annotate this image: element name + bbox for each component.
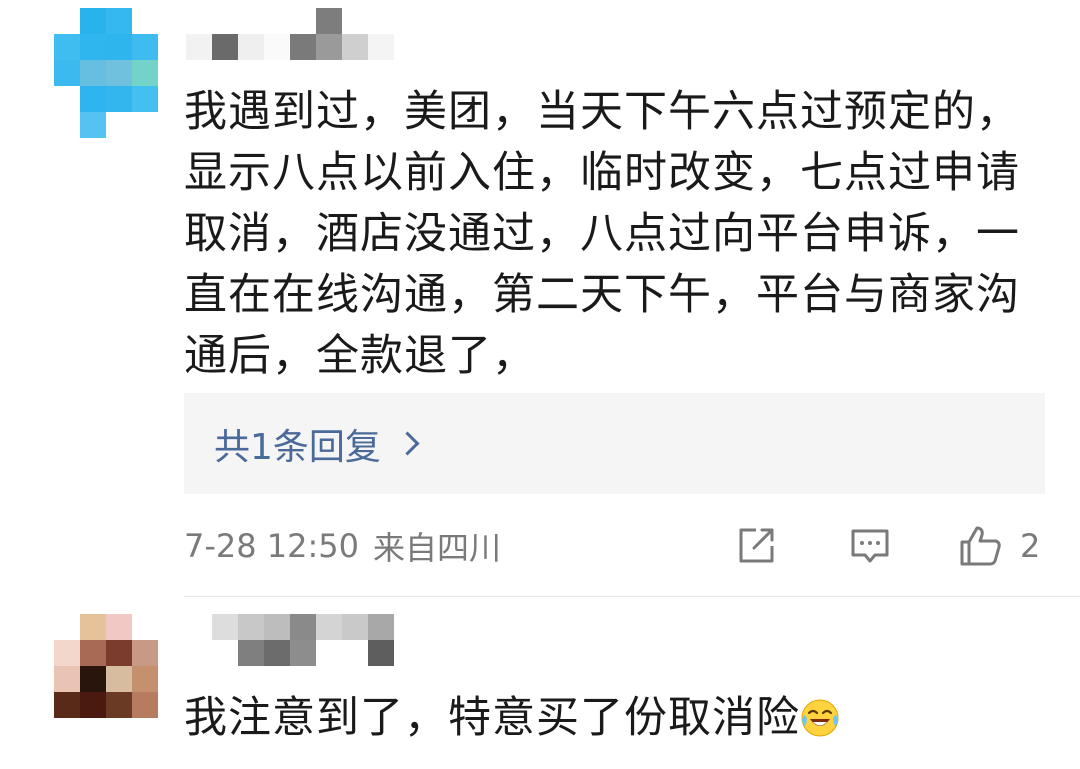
share-icon[interactable]	[734, 524, 778, 568]
comment-meta: 7-28 12:50 来自四川	[184, 522, 1054, 570]
like-count: 2	[1020, 527, 1041, 565]
comment-thread: 我遇到过，美团，当天下午六点过预定的，显示八点以前入住，临时改变，七点过申请取消…	[0, 0, 1080, 769]
username[interactable]	[186, 8, 396, 60]
avatar[interactable]	[54, 614, 158, 718]
comment-text-content: 我注意到了，特意买了份取消险	[184, 693, 800, 743]
divider	[184, 596, 1080, 597]
comment-text: 我遇到过，美团，当天下午六点过预定的，显示八点以前入住，临时改变，七点过申请取消…	[184, 87, 1020, 381]
thumbs-up-icon[interactable]	[958, 524, 1002, 568]
laughing-crying-emoji-icon	[801, 699, 839, 737]
reply-summary-button[interactable]: 共1条回复	[184, 393, 1045, 494]
avatar[interactable]	[54, 8, 158, 138]
username[interactable]	[212, 614, 422, 666]
comment-icon[interactable]	[848, 524, 892, 568]
comment-location: 来自四川	[373, 529, 502, 567]
reply-summary-label: 共1条回复	[214, 426, 381, 468]
comment-text: 我注意到了，特意买了份取消险	[184, 688, 1044, 749]
comment-timestamp: 7-28 12:50	[184, 527, 360, 565]
chevron-right-icon	[395, 431, 420, 456]
